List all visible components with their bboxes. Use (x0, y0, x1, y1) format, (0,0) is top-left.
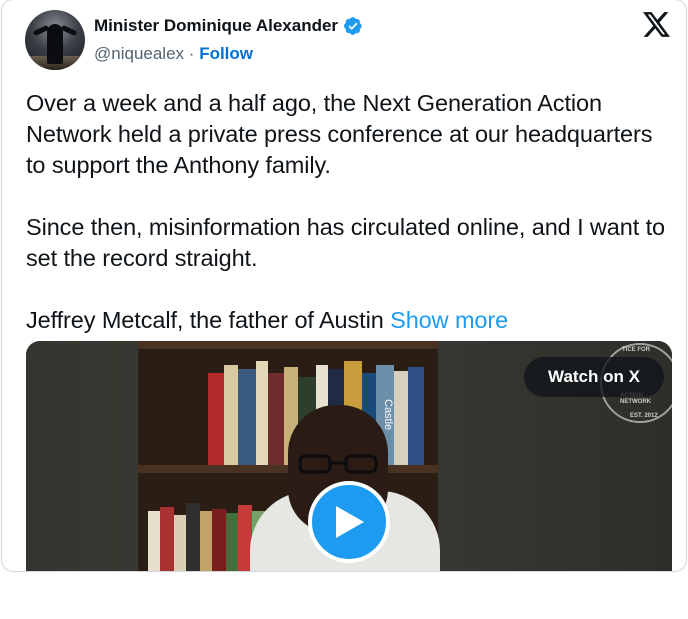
follow-button[interactable]: Follow (199, 44, 253, 63)
show-more-link[interactable]: Show more (390, 307, 508, 333)
verified-badge-icon (344, 17, 362, 35)
book (186, 503, 200, 571)
tweet-paragraph-last: Jeffrey Metcalf, the father of Austin Sh… (26, 305, 666, 336)
book (238, 369, 256, 465)
book (174, 515, 186, 571)
author-handle-row: @niquealex · Follow (94, 44, 253, 64)
book (226, 513, 238, 571)
play-icon (336, 506, 364, 538)
book (208, 373, 224, 465)
tweet-paragraph: Over a week and a half ago, the Next Gen… (26, 90, 653, 178)
book (408, 367, 424, 465)
author-handle[interactable]: @niquealex (94, 44, 184, 63)
avatar-arm-right (60, 24, 78, 37)
book (268, 373, 284, 465)
tweet-text: Over a week and a half ago, the Next Gen… (26, 88, 666, 336)
video-media[interactable]: Castle TICE FOR ACT (26, 341, 672, 571)
speaker-glasses (298, 454, 378, 474)
author-name-row: Minister Dominique Alexander (94, 16, 363, 36)
shelf-top (138, 341, 438, 349)
book (200, 511, 212, 571)
book (148, 511, 160, 571)
book (256, 361, 268, 465)
tweet-card: Minister Dominique Alexander @niquealex … (1, 0, 687, 572)
handle-separator: · (188, 44, 195, 63)
tweet-paragraph-text: Jeffrey Metcalf, the father of Austin (26, 307, 384, 333)
author-display-name[interactable]: Minister Dominique Alexander (94, 16, 338, 36)
play-button[interactable] (308, 481, 390, 563)
watch-on-x-button[interactable]: Watch on X (524, 357, 664, 397)
x-logo-icon[interactable] (643, 12, 670, 37)
book (394, 371, 408, 465)
logo-text-bottom: EST. 2012 (630, 413, 658, 419)
book (224, 365, 238, 465)
book (160, 507, 174, 571)
logo-text-top: TICE FOR (622, 347, 650, 353)
tweet-paragraph: Since then, misinformation has circulate… (26, 214, 665, 271)
avatar-figure (47, 24, 63, 64)
avatar[interactable] (25, 10, 85, 70)
book (212, 509, 226, 571)
